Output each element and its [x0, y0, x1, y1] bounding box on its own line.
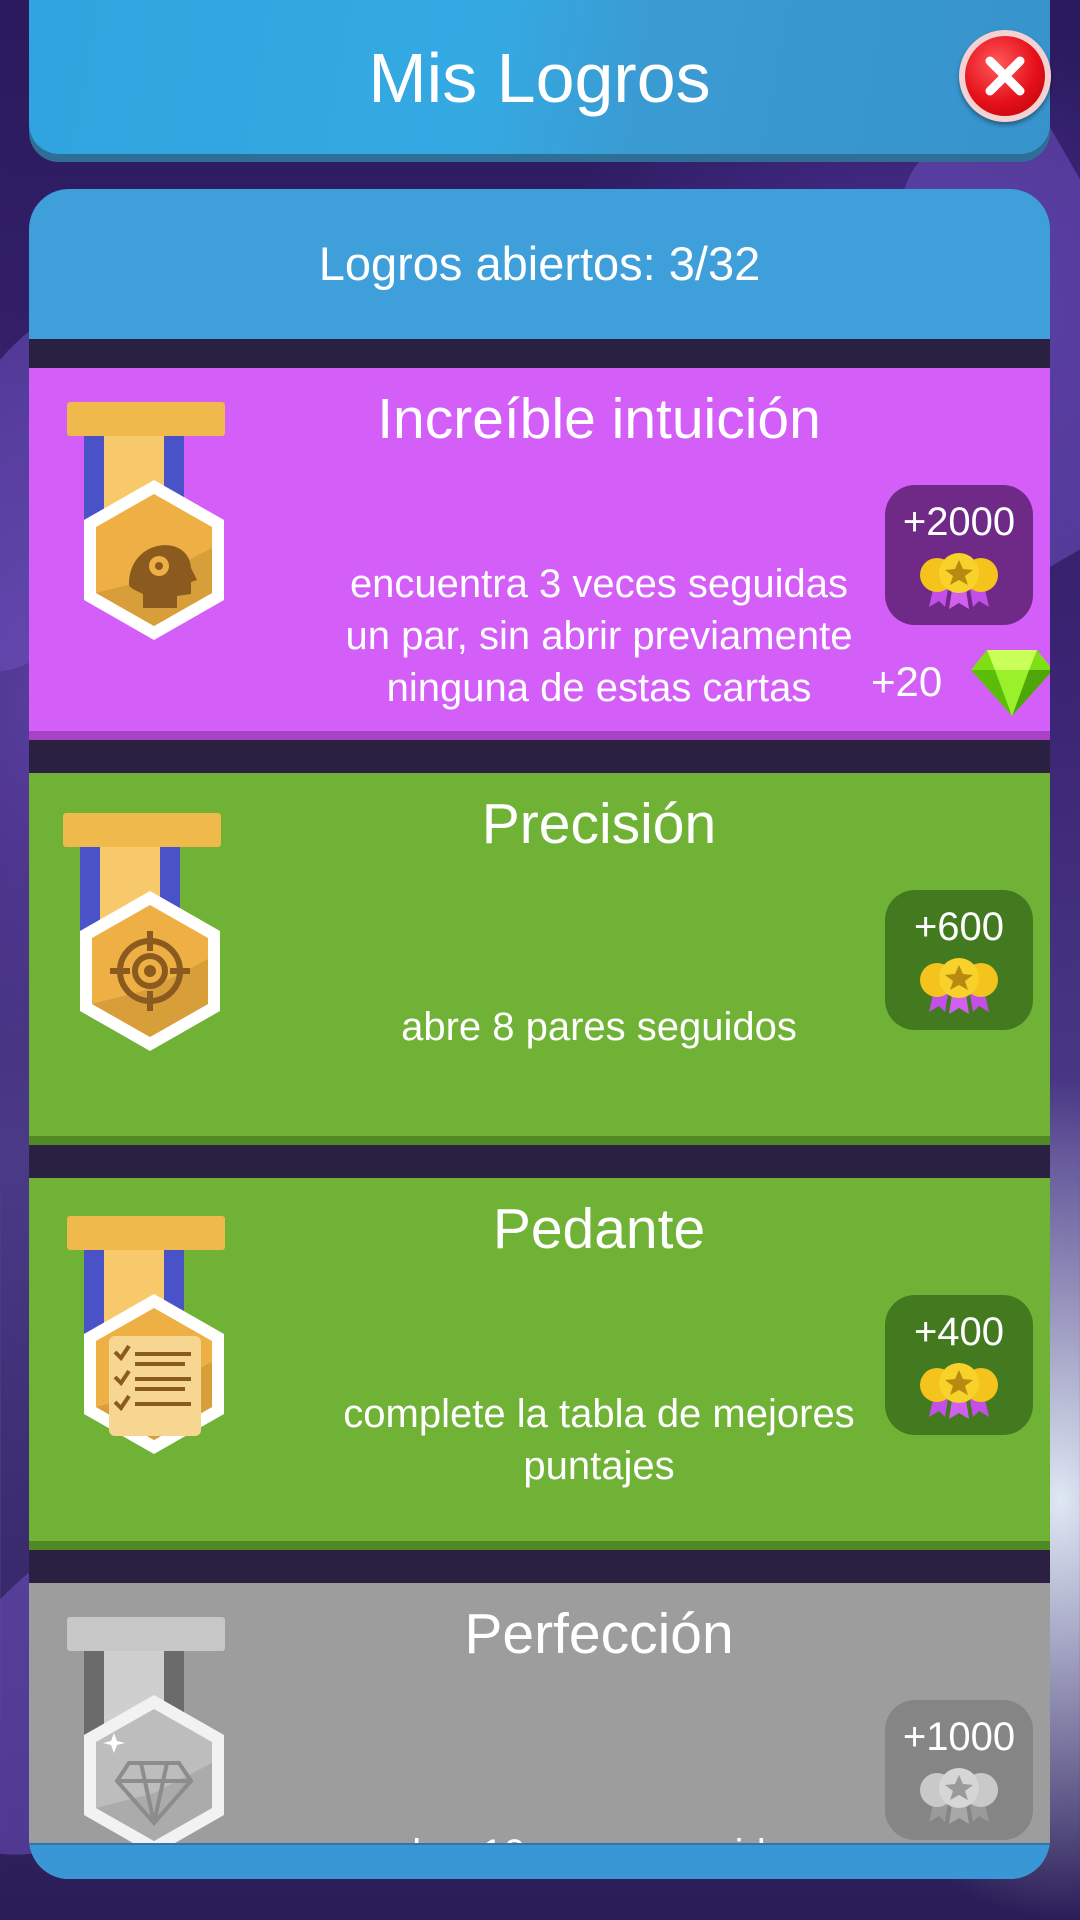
checklist-icon — [109, 1336, 201, 1436]
reward-badge: +1000 — [885, 1700, 1033, 1840]
achievement-card[interactable]: Pedante complete la tabla de mejores pun… — [29, 1178, 1050, 1541]
reward-badge: +600 — [885, 890, 1033, 1030]
achievement-title: Pedante — [492, 1197, 706, 1261]
medal-icon — [67, 402, 225, 640]
achievements-panel[interactable]: Logros abiertos: 3/32 Increíble intuició… — [29, 189, 1050, 1879]
medal-icon — [67, 1617, 225, 1855]
close-button[interactable] — [959, 30, 1051, 122]
achievement-description: encuentra 3 veces seguidas un par, sin a… — [259, 558, 939, 714]
green-gem-icon — [971, 650, 1050, 716]
reward-gems: +20 — [871, 658, 943, 705]
achievement-title: Increíble intuición — [377, 387, 821, 451]
description-line: un par, sin abrir previamente — [345, 614, 853, 658]
achievement-card[interactable]: Precisión abre 8 pares seguidos +600 — [29, 773, 1050, 1136]
reward-badge: +400 — [885, 1295, 1033, 1435]
description-line: encuentra 3 veces seguidas — [349, 562, 849, 606]
description-line: abre 8 pares seguidos — [401, 1005, 797, 1049]
medals-icon — [920, 1363, 998, 1419]
panel-footer — [29, 1845, 1050, 1879]
header-bar: Mis Logros — [29, 0, 1051, 154]
achievement-card[interactable]: Increíble intuición encuentra 3 veces se… — [29, 368, 1050, 731]
close-icon — [965, 36, 1045, 116]
medals-icon — [920, 1768, 998, 1824]
achievement-title: Perfección — [464, 1602, 734, 1666]
reward-points: +600 — [913, 905, 1005, 949]
reward-points: +400 — [913, 1310, 1005, 1354]
medals-icon — [920, 958, 998, 1014]
description-line: puntajes — [523, 1444, 675, 1488]
reward-points: +2000 — [902, 500, 1016, 544]
description-line: ninguna de estas cartas — [386, 666, 812, 710]
achievement-title: Precisión — [481, 792, 717, 856]
description-line: complete la tabla de mejores — [343, 1392, 855, 1436]
medals-icon — [920, 553, 998, 609]
achievement-card[interactable]: Perfección abre 10 pares seguidos +1000 — [29, 1583, 1050, 1879]
achievement-description: abre 8 pares seguidos — [259, 1001, 939, 1053]
achievement-description: complete la tabla de mejores puntajes — [259, 1388, 939, 1492]
reward-points: +1000 — [902, 1715, 1016, 1759]
medal-icon — [63, 813, 221, 1051]
reward-badge: +2000 — [885, 485, 1033, 625]
achievements-summary: Logros abiertos: 3/32 — [29, 189, 1050, 339]
medal-icon — [67, 1216, 225, 1454]
gem-reward: +20 — [859, 644, 1050, 724]
page-title: Mis Logros — [368, 39, 711, 117]
